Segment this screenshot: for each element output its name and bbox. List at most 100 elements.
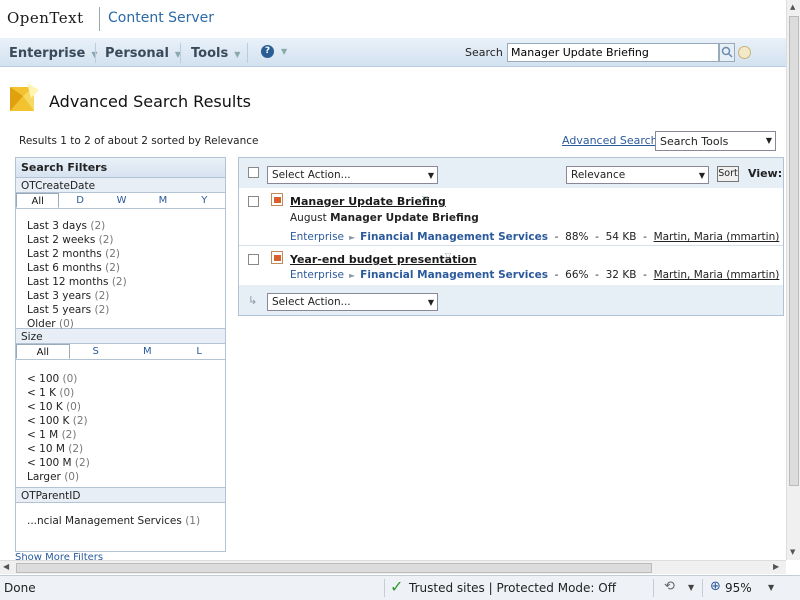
location-folder-link[interactable]: Financial Management Services [360, 231, 548, 243]
facet-label: < 10 M [27, 443, 65, 455]
status-divider [653, 579, 654, 597]
search-icon [721, 46, 733, 58]
list-item[interactable]: Last 3 years (2) [27, 290, 214, 304]
scroll-up-arrow-icon[interactable]: ▲ [790, 3, 795, 11]
chevron-down-icon[interactable]: ▽ [445, 251, 451, 260]
menu-divider [95, 43, 96, 63]
owner-link[interactable]: Martin, Maria (mmartin) [654, 231, 780, 243]
menu-divider [247, 43, 248, 63]
tab-week[interactable]: W [101, 193, 142, 208]
list-item[interactable]: < 10 M (2) [27, 443, 214, 457]
filters-header: Search Filters [16, 158, 225, 177]
list-item[interactable]: Last 5 years (2) [27, 304, 214, 318]
search-options-icon[interactable] [738, 46, 751, 59]
parent-facet-list: ...ncial Management Services (1) [16, 503, 225, 535]
scroll-down-arrow-icon[interactable]: ▼ [790, 548, 795, 556]
facet-header-createdate: OTCreateDate [16, 177, 225, 193]
view-label: View: [748, 167, 783, 180]
scroll-left-arrow-icon[interactable]: ◀ [3, 562, 9, 571]
row-checkbox[interactable] [248, 196, 259, 207]
help-icon[interactable]: ? [261, 45, 274, 58]
search-button[interactable] [719, 43, 735, 62]
list-item[interactable]: < 1 M (2) [27, 429, 214, 443]
facet-label: Last 2 months [27, 248, 102, 260]
chevron-down-icon[interactable]: ▼ [768, 583, 774, 592]
chevron-down-icon[interactable]: ▼ [281, 47, 287, 56]
scrollbar-thumb[interactable] [789, 16, 799, 486]
tab-small[interactable]: S [70, 344, 122, 359]
description-prefix: August [290, 212, 331, 224]
list-item[interactable]: Last 2 weeks (2) [27, 234, 214, 248]
owner-link[interactable]: Martin, Maria (mmartin) [654, 269, 780, 281]
advanced-search-link[interactable]: Advanced Search [562, 134, 658, 147]
security-zone-text[interactable]: Trusted sites | Protected Mode: Off [409, 581, 616, 595]
facet-count: (2) [61, 429, 77, 441]
list-item[interactable]: Larger (0) [27, 471, 214, 485]
select-all-checkbox[interactable] [248, 167, 259, 178]
location-enterprise-link[interactable]: Enterprise [290, 269, 344, 281]
location-enterprise-link[interactable]: Enterprise [290, 231, 344, 243]
list-item[interactable]: < 10 K (0) [27, 401, 214, 415]
zoom-icon[interactable]: ⊕ [710, 579, 721, 594]
scroll-right-arrow-icon[interactable]: ▶ [773, 562, 779, 571]
tab-all[interactable]: All [16, 344, 70, 359]
list-item[interactable]: ...ncial Management Services (1) [27, 515, 214, 529]
show-more-filters-link[interactable]: Show More Filters [15, 553, 103, 560]
relevance-score: 88% [565, 231, 589, 243]
menu-personal-label: Personal [105, 46, 169, 61]
list-item[interactable]: Last 3 days (2) [27, 220, 214, 234]
menu-enterprise-label: Enterprise [9, 46, 86, 61]
list-item[interactable]: Last 2 months (2) [27, 248, 214, 262]
menu-enterprise[interactable]: Enterprise▼ [9, 46, 97, 61]
scrollbar-thumb[interactable] [16, 563, 652, 573]
search-input[interactable] [507, 43, 719, 62]
zoom-level[interactable]: 95% [725, 581, 752, 595]
facet-label: Last 3 days [27, 220, 88, 232]
date-facet-list: Last 3 days (2) Last 2 weeks (2) Last 2 … [16, 209, 225, 330]
row-checkbox[interactable] [248, 254, 259, 265]
location-folder-link[interactable]: Financial Management Services [360, 269, 548, 281]
list-item[interactable]: < 100 M (2) [27, 457, 214, 471]
tab-year[interactable]: Y [184, 193, 225, 208]
list-item[interactable]: < 100 K (2) [27, 415, 214, 429]
search-tools-select[interactable]: Search Tools ▼ [655, 131, 776, 151]
sort-button[interactable]: Sort [717, 166, 739, 182]
document-icon[interactable] [271, 251, 283, 264]
select-action-dropdown[interactable]: Select Action... ▼ [267, 166, 438, 184]
results-panel: Select Action... ▼ Relevance ▼ Sort View… [238, 157, 784, 316]
list-item[interactable]: < 100 (0) [27, 373, 214, 387]
menu-personal[interactable]: Personal ▼ [105, 46, 181, 61]
list-item[interactable]: Last 6 months (2) [27, 262, 214, 276]
facet-label: Last 12 months [27, 276, 109, 288]
select-action-label: Select Action... [272, 296, 351, 308]
facet-label: Older [27, 318, 56, 330]
size-facet-list: < 100 (0) < 1 K (0) < 10 K (0) < 100 K (… [16, 360, 225, 487]
tab-medium[interactable]: M [122, 344, 174, 359]
tab-month[interactable]: M [142, 193, 183, 208]
menu-tools[interactable]: Tools ▼ [191, 46, 240, 61]
sort-select[interactable]: Relevance ▼ [566, 166, 709, 184]
list-item[interactable]: < 1 K (0) [27, 387, 214, 401]
tab-large[interactable]: L [173, 344, 225, 359]
checkmark-icon: ✓ [390, 577, 404, 596]
horizontal-scrollbar[interactable]: ◀ ▶ [0, 560, 786, 574]
select-action-dropdown[interactable]: Select Action... ▼ [267, 293, 438, 311]
status-divider [384, 579, 385, 597]
tab-day[interactable]: D [59, 193, 100, 208]
result-metadata: Enterprise ► Financial Management Services… [290, 231, 780, 243]
document-icon[interactable] [271, 193, 283, 206]
facet-label: < 10 K [27, 401, 63, 413]
vertical-scrollbar[interactable]: ▲ ▼ [786, 0, 800, 560]
browser-status-bar: Done ✓ Trusted sites | Protected Mode: O… [0, 575, 800, 600]
chevron-down-icon[interactable]: ▽ [422, 194, 428, 203]
sort-select-label: Relevance [571, 169, 626, 181]
description-highlight: Manager Update Briefing [330, 212, 479, 224]
tab-all[interactable]: All [16, 193, 60, 208]
facet-label: < 100 M [27, 457, 72, 469]
chevron-down-icon[interactable]: ▼ [688, 583, 694, 592]
facet-count: (2) [111, 276, 127, 288]
search-label: Search [465, 46, 503, 59]
facet-header-size: Size [16, 328, 225, 344]
popup-blocker-icon[interactable]: ⟲ [664, 579, 675, 594]
list-item[interactable]: Last 12 months (2) [27, 276, 214, 290]
